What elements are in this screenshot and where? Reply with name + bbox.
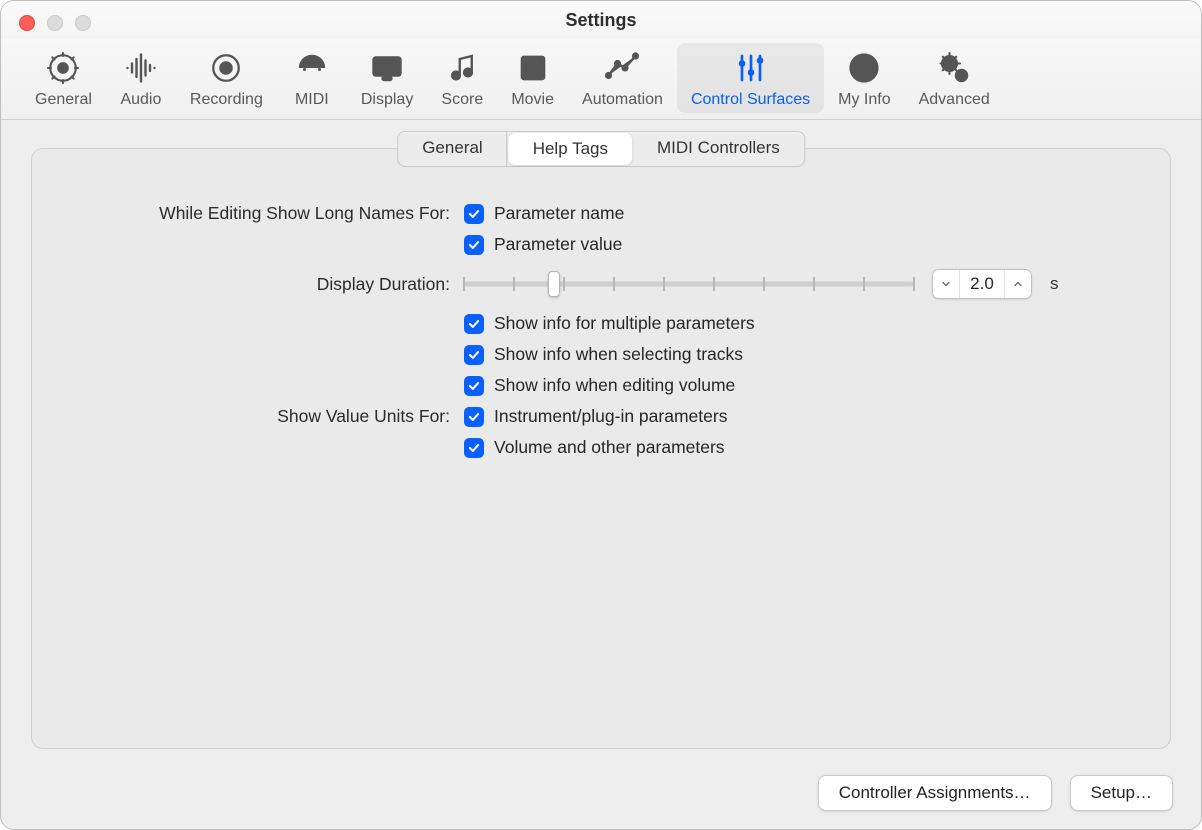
toolbar-item-automation[interactable]: Automation xyxy=(568,43,677,113)
show-volume-label: Show info when editing volume xyxy=(494,375,735,396)
checkbox-parameter-value[interactable] xyxy=(464,235,484,255)
record-icon xyxy=(205,49,247,87)
gears-icon xyxy=(933,49,975,87)
film-icon xyxy=(512,49,554,87)
zoom-window-button[interactable] xyxy=(75,15,91,31)
waveform-icon xyxy=(120,49,162,87)
stepper-value: 2.0 xyxy=(959,270,1005,298)
person-circle-icon xyxy=(843,49,885,87)
toolbar-label: Movie xyxy=(511,91,554,109)
toolbar-label: Audio xyxy=(120,91,161,109)
sliders-icon xyxy=(730,49,772,87)
close-window-button[interactable] xyxy=(19,15,35,31)
toolbar-label: Score xyxy=(441,91,483,109)
gear-icon xyxy=(42,49,84,87)
tab-midi-controllers[interactable]: MIDI Controllers xyxy=(633,132,804,166)
tab-help-tags[interactable]: Help Tags xyxy=(509,133,632,165)
checkbox-units-instrument[interactable] xyxy=(464,407,484,427)
toolbar-label: My Info xyxy=(838,91,890,109)
display-duration-stepper[interactable]: 2.0 xyxy=(932,269,1032,299)
stepper-increment[interactable] xyxy=(1005,270,1031,298)
editing-long-names-label: While Editing Show Long Names For: xyxy=(72,203,450,224)
checkbox-show-volume[interactable] xyxy=(464,376,484,396)
automation-icon xyxy=(601,49,643,87)
show-tracks-label: Show info when selecting tracks xyxy=(494,344,743,365)
toolbar-label: Automation xyxy=(582,91,663,109)
display-icon xyxy=(366,49,408,87)
toolbar-item-my-info[interactable]: My Info xyxy=(824,43,904,113)
content-area: General Help Tags MIDI Controllers While… xyxy=(1,120,1201,829)
checkbox-units-volume[interactable] xyxy=(464,438,484,458)
display-duration-slider[interactable] xyxy=(464,270,914,298)
toolbar-item-movie[interactable]: Movie xyxy=(497,43,568,113)
show-units-label: Show Value Units For: xyxy=(72,406,450,427)
toolbar-label: Advanced xyxy=(919,91,990,109)
tab-general[interactable]: General xyxy=(398,132,507,166)
preferences-toolbar: General Audio Recording MIDI Display xyxy=(1,39,1201,120)
toolbar-item-control-surfaces[interactable]: Control Surfaces xyxy=(677,43,824,113)
toolbar-item-score[interactable]: Score xyxy=(427,43,497,113)
toolbar-item-display[interactable]: Display xyxy=(347,43,427,113)
minimize-window-button[interactable] xyxy=(47,15,63,31)
checkbox-parameter-name[interactable] xyxy=(464,204,484,224)
window-title: Settings xyxy=(1,1,1201,39)
units-volume-label: Volume and other parameters xyxy=(494,437,725,458)
setup-button[interactable]: Setup… xyxy=(1070,775,1173,811)
music-notes-icon xyxy=(441,49,483,87)
controller-assignments-button[interactable]: Controller Assignments… xyxy=(818,775,1052,811)
toolbar-item-audio[interactable]: Audio xyxy=(106,43,176,113)
checkbox-show-tracks[interactable] xyxy=(464,345,484,365)
midi-icon xyxy=(291,49,333,87)
toolbar-label: General xyxy=(35,91,92,109)
settings-window: Settings General Audio Recording MIDI xyxy=(0,0,1202,830)
duration-unit: s xyxy=(1050,274,1059,294)
sub-tabs: General Help Tags MIDI Controllers xyxy=(397,131,805,167)
checkbox-show-multiple[interactable] xyxy=(464,314,484,334)
toolbar-label: Display xyxy=(361,91,413,109)
window-controls xyxy=(19,15,91,31)
display-duration-label: Display Duration: xyxy=(72,274,450,295)
toolbar-label: Control Surfaces xyxy=(691,91,810,109)
toolbar-item-general[interactable]: General xyxy=(21,43,106,113)
toolbar-item-midi[interactable]: MIDI xyxy=(277,43,347,113)
show-multiple-label: Show info for multiple parameters xyxy=(494,313,755,334)
toolbar-label: Recording xyxy=(190,91,263,109)
toolbar-item-recording[interactable]: Recording xyxy=(176,43,277,113)
toolbar-label: MIDI xyxy=(295,91,329,109)
settings-panel: General Help Tags MIDI Controllers While… xyxy=(31,148,1171,749)
parameter-value-label: Parameter value xyxy=(494,234,622,255)
footer-buttons: Controller Assignments… Setup… xyxy=(818,775,1173,811)
parameter-name-label: Parameter name xyxy=(494,203,624,224)
toolbar-item-advanced[interactable]: Advanced xyxy=(905,43,1004,113)
units-instrument-label: Instrument/plug-in parameters xyxy=(494,406,727,427)
stepper-decrement[interactable] xyxy=(933,270,959,298)
help-tags-form: While Editing Show Long Names For: Param… xyxy=(32,159,1170,488)
